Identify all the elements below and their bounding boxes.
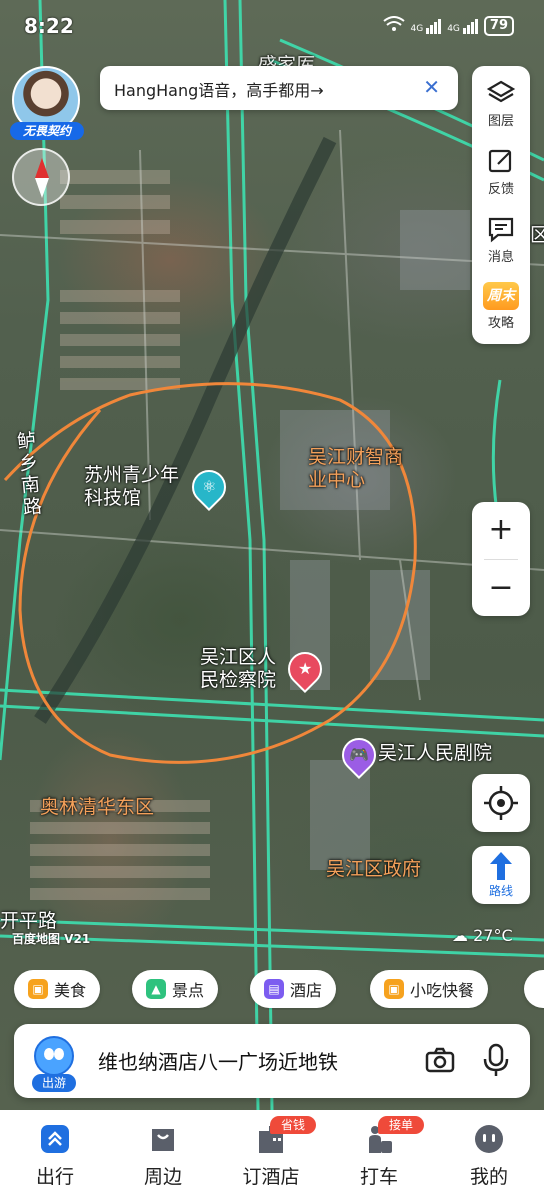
wifi-icon [382,16,405,36]
map-tool-panel: 图层 反馈 消息 周末 攻略 [472,66,530,344]
bottom-navigation: 出行 周边 省钱订 订酒店 接单快 打车 我的 [0,1110,544,1200]
signal-icon-2: 4G [447,18,478,34]
route-arrow-icon [490,852,512,880]
feedback-button[interactable]: 反馈 [472,138,530,206]
chip-more[interactable] [524,970,544,1008]
layers-icon [486,80,516,103]
travel-icon [41,1125,69,1153]
status-time: 8:22 [24,14,74,38]
message-label: 消息 [487,250,514,265]
food-icon: ▣ [28,979,48,999]
microphone-icon[interactable] [482,1042,510,1078]
voice-promo-text[interactable]: HangHang语音，高手都用→ [114,77,324,101]
chip-food[interactable]: ▣ 美食 [14,970,101,1008]
nav-travel-label: 出行 [35,1166,74,1188]
hotel-icon: ▤ [264,979,284,999]
nav-taxi-badge: 接单快 [378,1116,424,1150]
nav-profile[interactable]: 我的 [444,1122,534,1189]
nav-taxi-label: 打车 [359,1166,398,1188]
poi-label-procuratorate[interactable]: 吴江区人民检察院 [200,646,294,692]
camera-icon[interactable] [424,1044,456,1076]
message-button[interactable]: 消息 [472,206,530,274]
guide-label: 攻略 [487,316,514,331]
nav-nearby[interactable]: 周边 [118,1122,208,1189]
mascot-icon[interactable] [34,1036,74,1076]
layers-label: 图层 [487,114,514,129]
nearby-bag-icon [152,1129,174,1151]
cloud-sun-icon: ☁ [452,926,468,945]
zoom-in-button[interactable]: + [472,502,530,558]
poi-label-theater[interactable]: 吴江人民剧院 [378,742,492,765]
weather-widget[interactable]: ☁ 27°C [452,926,513,945]
poi-label-museum[interactable]: 苏州青少年科技馆 [84,464,194,510]
status-bar: 8:22 4G 4G 79 [0,0,544,52]
nav-taxi[interactable]: 接单快 打车 [334,1116,424,1189]
profile-face-icon [475,1125,503,1153]
mascot-tag[interactable]: 出游 [32,1074,76,1092]
snack-icon: ▣ [384,979,404,999]
weather-temp: 27°C [473,926,513,945]
map-logo: 百度地图 V21 [12,932,91,946]
chip-snack[interactable]: ▣ 小吃快餐 [370,970,489,1008]
battery-icon: 79 [483,16,514,36]
zoom-control: + − [472,502,530,616]
route-button[interactable]: 路线 [472,846,530,904]
scenic-icon: ▲ [146,979,166,999]
layers-button[interactable]: 图层 [472,70,530,138]
search-input[interactable]: 维也纳酒店八一广场近地铁 [98,1046,338,1075]
feedback-label: 反馈 [487,182,514,197]
nav-hotel-badge: 省钱订 [270,1116,316,1150]
route-label: 路线 [488,884,513,898]
category-chips: ▣ 美食 ▲ 景点 ▤ 酒店 ▣ 小吃快餐 [0,970,544,1010]
chip-scenic[interactable]: ▲ 景点 [132,970,219,1008]
feedback-icon [488,149,512,173]
search-bar[interactable]: 出游 维也纳酒店八一广场近地铁 [14,1024,530,1098]
area-label-finance-center[interactable]: 吴江财智商业中心 [308,446,408,492]
area-label-government[interactable]: 吴江区政府 [326,858,421,881]
nav-nearby-label: 周边 [143,1166,182,1188]
voice-promo-banner[interactable]: HangHang语音，高手都用→ ✕ [100,66,458,110]
weekend-guide-icon: 周末 [483,282,519,310]
guide-button[interactable]: 周末 攻略 [472,274,530,342]
nav-hotel[interactable]: 省钱订 订酒店 [226,1116,316,1189]
compass-icon[interactable] [12,148,70,206]
nav-hotel-label: 订酒店 [242,1166,300,1188]
zoom-out-button[interactable]: − [472,560,530,616]
locate-me-button[interactable] [472,774,530,832]
nav-profile-label: 我的 [469,1166,508,1188]
nav-travel[interactable]: 出行 [10,1122,100,1189]
signal-icon: 4G [411,18,442,34]
area-label-olympic[interactable]: 奥林清华东区 [40,796,154,819]
message-icon [488,217,514,243]
avatar-badge[interactable]: 无畏契约 [10,122,84,140]
chip-hotel[interactable]: ▤ 酒店 [250,970,337,1008]
close-icon[interactable]: ✕ [423,75,440,99]
locate-icon [484,786,518,820]
